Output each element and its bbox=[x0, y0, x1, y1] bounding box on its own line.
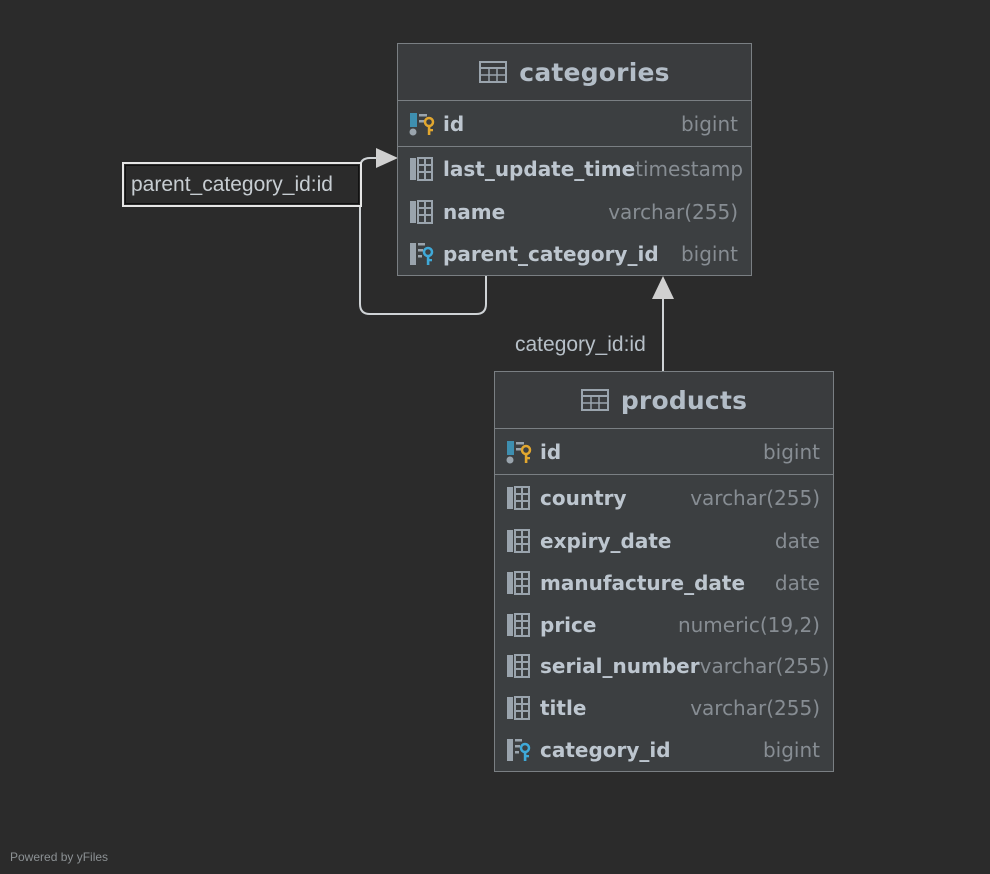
column-name: id bbox=[540, 440, 562, 464]
column-name: serial_number bbox=[540, 654, 700, 678]
column-name: name bbox=[443, 200, 506, 224]
column-row[interactable]: name varchar(255) bbox=[398, 191, 751, 233]
table-title: products bbox=[620, 385, 748, 415]
column-type: bigint bbox=[762, 440, 820, 464]
column-type: numeric(19,2) bbox=[677, 612, 820, 637]
column-name: last_update_time bbox=[443, 157, 636, 181]
column-type: varchar(255) bbox=[690, 696, 820, 720]
foreign-key-icon bbox=[504, 736, 532, 764]
table-title: categories bbox=[519, 57, 670, 87]
column-name: category_id bbox=[540, 738, 671, 762]
column-row[interactable]: parent_category_id bigint bbox=[398, 233, 751, 275]
column-name: price bbox=[540, 612, 597, 637]
column-type: bigint bbox=[680, 112, 738, 136]
column-type: varchar(255) bbox=[690, 485, 820, 510]
column-type: date bbox=[774, 571, 820, 595]
powered-by-footer: Powered by yFiles bbox=[10, 850, 109, 864]
column-icon bbox=[504, 484, 532, 512]
column-row[interactable]: price numeric(19,2) bbox=[495, 604, 833, 645]
table-products[interactable]: products id bigint country varchar(255) … bbox=[494, 371, 834, 772]
column-row[interactable]: id bigint bbox=[398, 101, 751, 147]
column-row[interactable]: serial_number varchar(255) bbox=[495, 645, 833, 687]
column-icon bbox=[504, 694, 532, 722]
primary-key-icon bbox=[407, 110, 435, 138]
column-type: timestamp bbox=[635, 157, 744, 181]
column-icon bbox=[407, 155, 435, 183]
table-categories[interactable]: categories id bigint last_update_time ti… bbox=[397, 43, 752, 276]
column-icon bbox=[504, 569, 532, 597]
column-type: date bbox=[774, 529, 820, 553]
column-name: manufacture_date bbox=[540, 571, 746, 595]
column-type: varchar(255) bbox=[608, 200, 738, 224]
edge-label-category[interactable]: category_id:id bbox=[515, 332, 646, 358]
column-type: bigint bbox=[680, 242, 738, 266]
column-type: bigint bbox=[762, 738, 820, 762]
arrowhead-category bbox=[652, 276, 674, 299]
arrowhead-parent-category bbox=[376, 148, 398, 168]
primary-key-icon bbox=[504, 438, 532, 466]
edge-label-parent-category[interactable]: parent_category_id:id bbox=[122, 162, 362, 207]
primary-key-section: id bigint bbox=[398, 101, 751, 147]
primary-key-section: id bigint bbox=[495, 429, 833, 475]
column-icon bbox=[504, 527, 532, 555]
column-row[interactable]: last_update_time timestamp bbox=[398, 147, 751, 191]
column-name: parent_category_id bbox=[443, 242, 659, 266]
column-row[interactable]: category_id bigint bbox=[495, 729, 833, 771]
table-icon bbox=[580, 389, 609, 411]
column-row[interactable]: manufacture_date date bbox=[495, 562, 833, 604]
column-row[interactable]: title varchar(255) bbox=[495, 687, 833, 729]
column-name: country bbox=[540, 485, 627, 510]
column-name: title bbox=[540, 696, 587, 720]
column-icon bbox=[407, 198, 435, 226]
column-icon bbox=[504, 611, 532, 639]
diagram-canvas: categories id bigint last_update_time ti… bbox=[0, 0, 990, 874]
column-name: expiry_date bbox=[540, 529, 672, 553]
column-row[interactable]: id bigint bbox=[495, 429, 833, 475]
foreign-key-icon bbox=[407, 240, 435, 268]
column-row[interactable]: country varchar(255) bbox=[495, 475, 833, 520]
column-row[interactable]: expiry_date date bbox=[495, 520, 833, 562]
table-header[interactable]: products bbox=[495, 372, 833, 429]
column-icon bbox=[504, 652, 532, 680]
column-name: id bbox=[443, 112, 465, 136]
table-icon bbox=[479, 61, 508, 83]
column-type: varchar(255) bbox=[699, 654, 830, 678]
table-header[interactable]: categories bbox=[398, 44, 751, 101]
